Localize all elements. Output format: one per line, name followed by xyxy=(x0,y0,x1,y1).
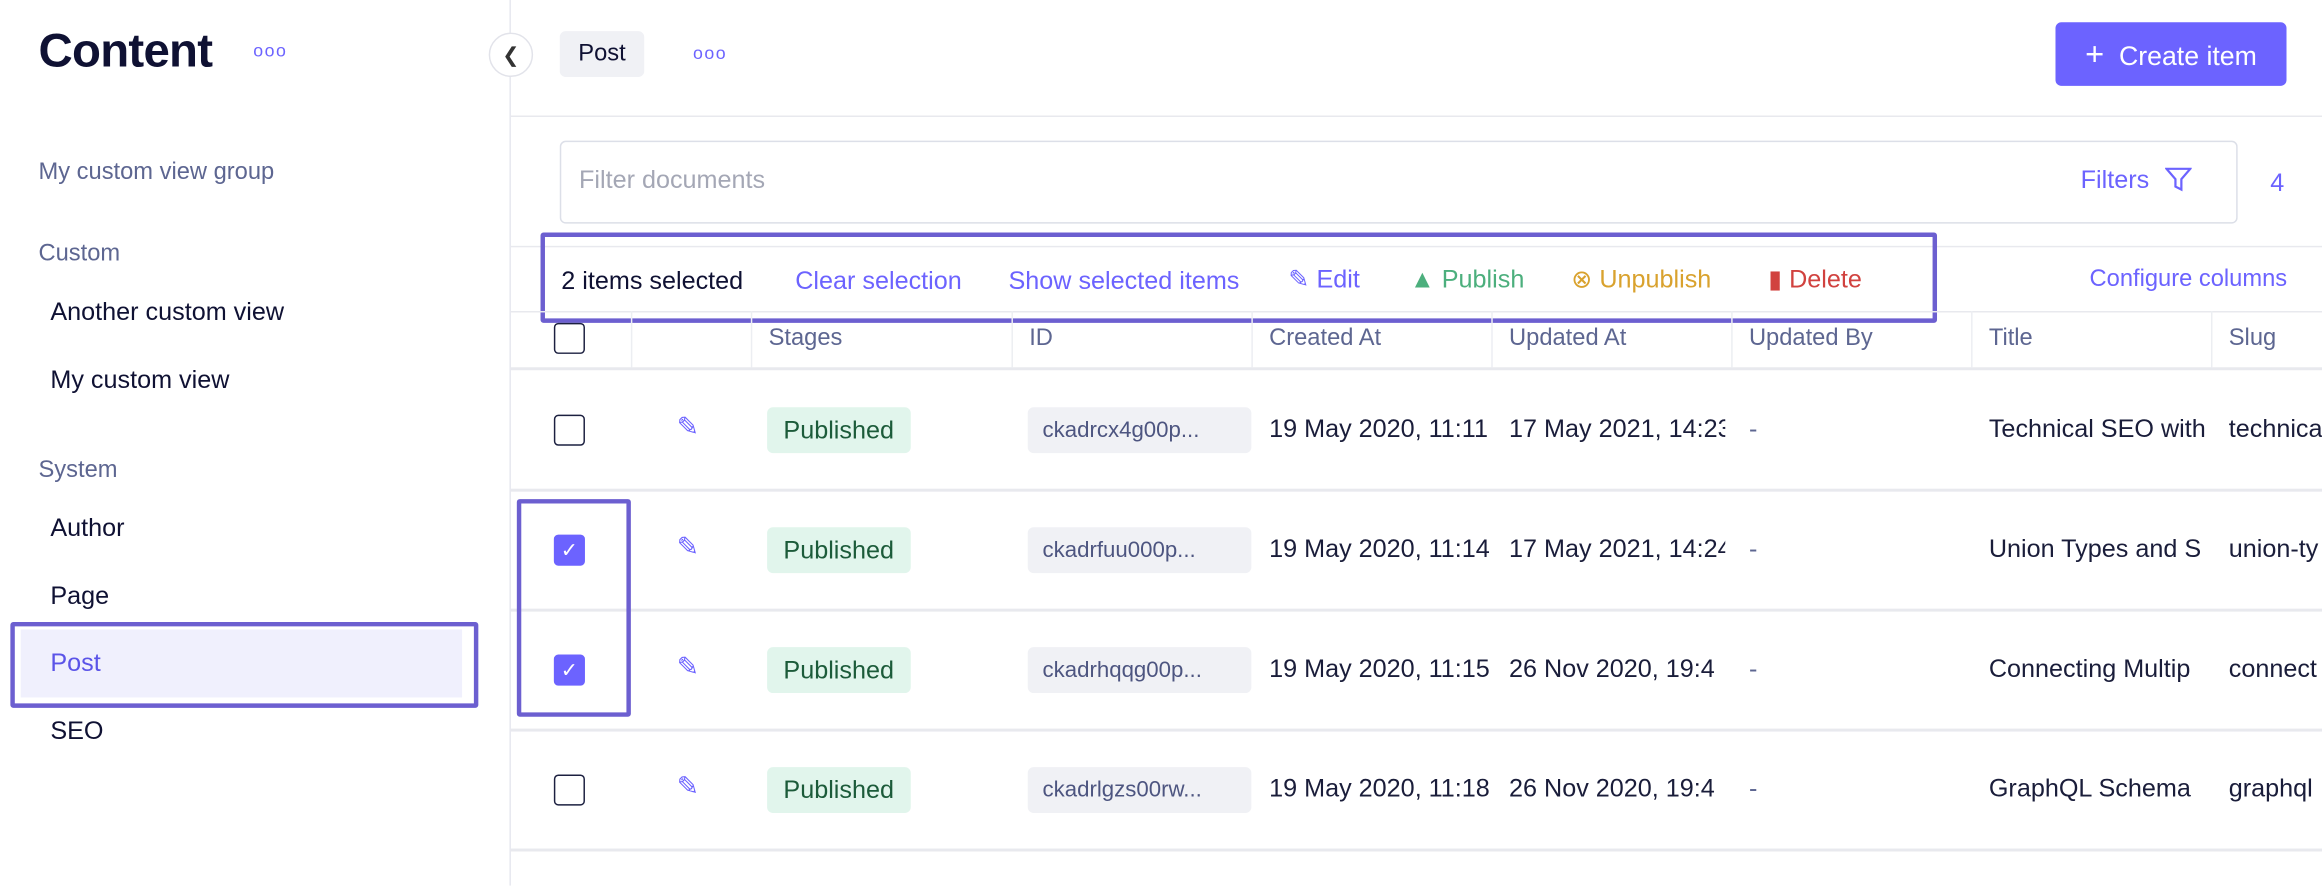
divider xyxy=(510,310,2322,313)
create-item-label: Create item xyxy=(2119,41,2257,72)
title-cell: Connecting Multip xyxy=(1988,654,2191,683)
custom-view-group-label[interactable]: My custom view group xyxy=(39,160,275,187)
more-options-icon[interactable]: ooo xyxy=(253,40,287,61)
status-badge: Published xyxy=(767,647,911,694)
updated-at-cell: 17 May 2021, 14:23 xyxy=(1509,414,1726,443)
title-cell: Union Types and S xyxy=(1988,534,2202,563)
select-all-checkbox[interactable] xyxy=(553,322,585,354)
updated-by-cell: - xyxy=(1748,654,1758,683)
row-checkbox[interactable] xyxy=(553,414,585,446)
edit-pencil-icon[interactable]: ✎ xyxy=(677,412,699,443)
slug-cell: connect xyxy=(2228,654,2317,683)
updated-at-cell: 17 May 2021, 14:24 xyxy=(1509,534,1726,563)
chevron-left-icon: ❮ xyxy=(502,42,520,67)
result-count: 4 xyxy=(2270,168,2285,197)
status-badge: Published xyxy=(767,407,911,454)
divider xyxy=(510,115,2322,117)
column-header-title[interactable]: Title xyxy=(1989,326,2033,353)
row-divider xyxy=(510,608,2322,612)
title-cell: Technical SEO with xyxy=(1988,414,2206,443)
updated-by-cell: - xyxy=(1748,534,1758,563)
highlight-box xyxy=(10,621,479,708)
slug-cell: graphql xyxy=(2228,774,2313,803)
filter-box: Filters xyxy=(559,140,2238,224)
edit-pencil-icon[interactable]: ✎ xyxy=(677,532,699,563)
updated-at-cell: 26 Nov 2020, 19:4 xyxy=(1509,774,1715,803)
row-divider xyxy=(510,728,2322,732)
divider xyxy=(510,367,2322,371)
sidebar-item-another-custom-view[interactable]: Another custom view xyxy=(21,278,462,346)
column-header-updated-at[interactable]: Updated At xyxy=(1509,326,1626,353)
edit-pencil-icon[interactable]: ✎ xyxy=(677,652,699,683)
highlight-box xyxy=(516,499,631,717)
id-chip[interactable]: ckadrhqqg00p... xyxy=(1027,647,1252,694)
column-header-id[interactable]: ID xyxy=(1029,326,1053,353)
created-at-cell: 19 May 2020, 11:11 xyxy=(1269,414,1488,443)
filters-button[interactable]: Filters xyxy=(2080,165,2193,196)
created-at-cell: 19 May 2020, 11:18 xyxy=(1269,774,1490,803)
title-cell: GraphQL Schema xyxy=(1988,774,2191,803)
updated-by-cell: - xyxy=(1748,774,1758,803)
collapse-sidebar-button[interactable]: ❮ xyxy=(488,32,534,78)
sidebar-item-page[interactable]: Page xyxy=(21,563,462,631)
column-header-updated-by[interactable]: Updated By xyxy=(1749,326,1873,353)
row-checkbox[interactable] xyxy=(553,774,585,806)
sidebar: Content ooo My custom view group Custom … xyxy=(0,0,511,886)
id-chip[interactable]: ckadrfuu000p... xyxy=(1027,527,1252,574)
status-badge: Published xyxy=(767,767,911,814)
column-header-stages[interactable]: Stages xyxy=(769,326,843,353)
status-badge: Published xyxy=(767,527,911,574)
edit-pencil-icon[interactable]: ✎ xyxy=(677,772,699,803)
slug-cell: union-ty xyxy=(2228,534,2319,563)
row-divider xyxy=(510,848,2322,852)
highlight-box xyxy=(540,232,1938,323)
slug-cell: technical xyxy=(2228,414,2322,443)
id-chip[interactable]: ckadrcx4g00p... xyxy=(1027,407,1252,454)
plus-icon: + xyxy=(2085,35,2105,73)
row-divider xyxy=(510,488,2322,492)
section-system-label: System xyxy=(38,457,118,483)
more-options-icon[interactable]: ooo xyxy=(693,43,727,64)
updated-at-cell: 26 Nov 2020, 19:4 xyxy=(1509,654,1715,683)
filter-input[interactable] xyxy=(579,165,1912,196)
configure-columns-link[interactable]: Configure columns xyxy=(2090,267,2288,294)
created-at-cell: 19 May 2020, 11:14 xyxy=(1269,534,1490,563)
sidebar-item-author[interactable]: Author xyxy=(21,495,462,563)
column-header-slug[interactable]: Slug xyxy=(2229,326,2276,353)
column-header-created-at[interactable]: Created At xyxy=(1269,326,1381,353)
create-item-button[interactable]: + Create item xyxy=(2055,22,2287,86)
model-chip[interactable]: Post xyxy=(559,31,645,78)
filters-label: Filters xyxy=(2080,165,2150,194)
id-chip[interactable]: ckadrlgzs00rw... xyxy=(1027,767,1252,814)
created-at-cell: 19 May 2020, 11:15 xyxy=(1269,654,1490,683)
page-title: Content xyxy=(38,23,214,78)
section-custom-label: Custom xyxy=(38,241,121,267)
funnel-icon xyxy=(2164,167,2193,192)
sidebar-item-my-custom-view[interactable]: My custom view xyxy=(21,347,462,415)
updated-by-cell: - xyxy=(1748,414,1758,443)
